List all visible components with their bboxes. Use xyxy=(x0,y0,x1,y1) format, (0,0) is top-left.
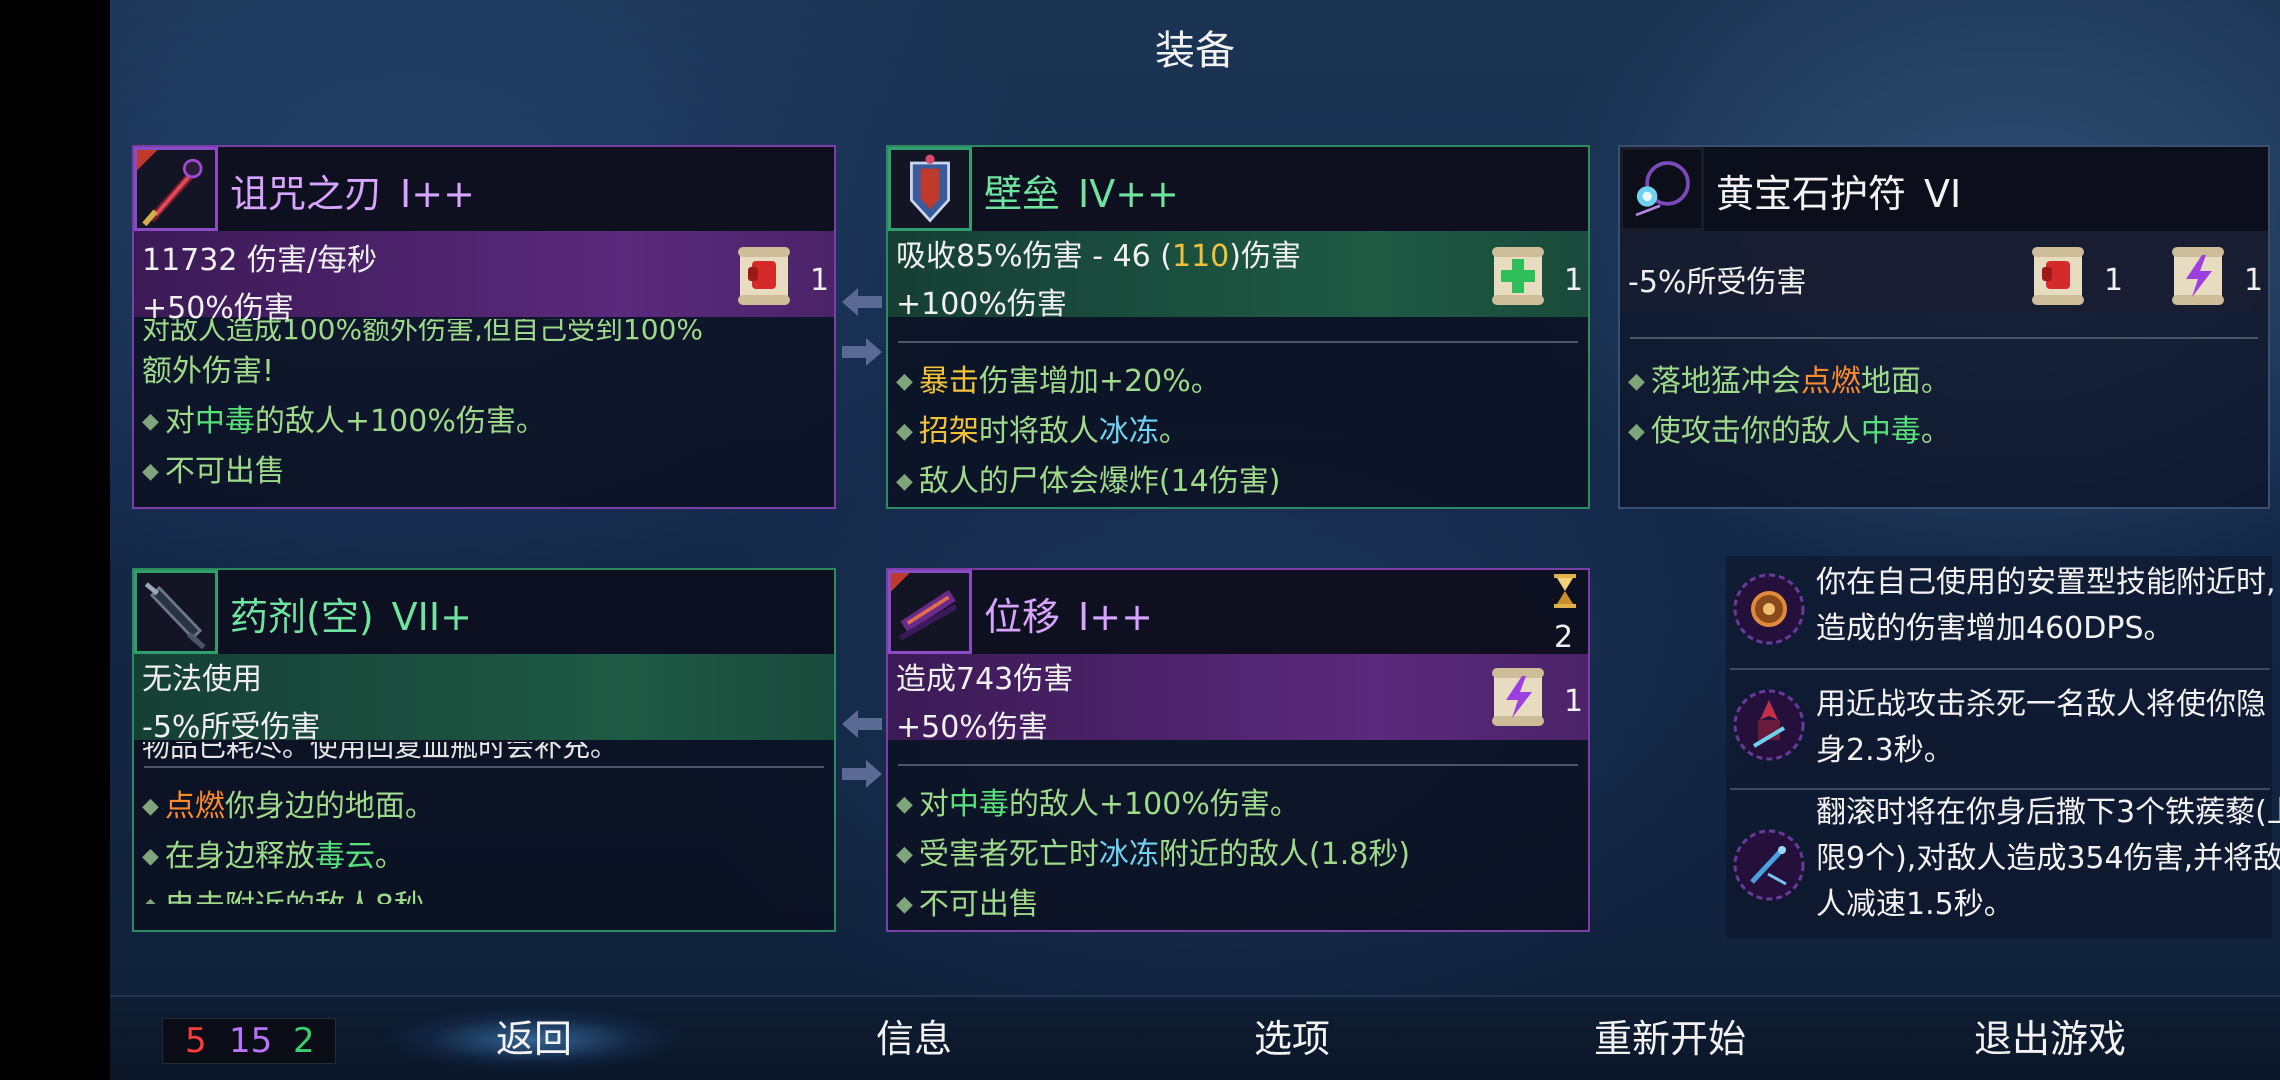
status-text: 无法使用 xyxy=(142,662,262,697)
scroll-count: 1 xyxy=(1564,263,1584,298)
survival-count: 2 xyxy=(293,1021,315,1061)
scroll-stats: 5 15 2 xyxy=(162,1018,336,1064)
desc-line: ◆ 不可出售 xyxy=(142,454,285,489)
scroll-green-cross-icon xyxy=(1488,243,1548,309)
restart-button[interactable]: 重新开始 xyxy=(1520,997,1820,1080)
bottom-menu-bar: 5 15 2 返回 信息 选项 重新开始 退出游戏 xyxy=(110,995,2280,1080)
scroll-count: 1 xyxy=(810,263,830,298)
scroll-red-fist-icon xyxy=(2028,243,2088,309)
desc-line: ◆ 对中毒的敌人+100%伤害。 xyxy=(896,787,1300,822)
empty-potion-icon xyxy=(134,570,218,654)
mutation-text: 用近战攻击杀死一名敌人将使你隐 xyxy=(1816,687,2266,722)
scroll-count: 1 xyxy=(2244,263,2264,298)
item-name: 壁垒 IV++ xyxy=(984,163,1179,218)
desc-line: ◆ 暴击伤害增加+20%。 xyxy=(896,364,1221,399)
desc-line: ◆ 对中毒的敌人+100%伤害。 xyxy=(142,404,546,439)
mutation-text: 翻滚时将在你身后撒下3个铁蒺藜(上 xyxy=(1816,795,2280,830)
item-tier: I++ xyxy=(1078,595,1153,639)
options-button[interactable]: 选项 xyxy=(1142,997,1442,1080)
amulet-slot[interactable]: 黄宝石护符 VI -5%所受伤害 1 1 ◆ 落地猛冲会点燃地面。 ◆ 使攻击你的敌人… xyxy=(1618,145,2270,509)
desc-line: 额外伤害! xyxy=(142,354,275,389)
item-name-text: 药剂(空) xyxy=(230,595,374,639)
item-name-text: 诅咒之刃 xyxy=(230,172,383,216)
swap-left-arrow-icon[interactable] xyxy=(840,708,884,740)
rampart-shield-icon xyxy=(888,147,972,231)
mutation-row[interactable]: 你在自己使用的安置型技能附近时, 造成的伤害增加460DPS。 xyxy=(1730,556,2276,662)
desc-line: ◆ 在身边释放毒云。 xyxy=(142,839,405,874)
item-tier: VI xyxy=(1924,172,1962,216)
scroll-purple-bolt-icon xyxy=(2168,243,2228,309)
brutality-count: 5 xyxy=(185,1021,207,1061)
swap-right-arrow-icon[interactable] xyxy=(840,758,884,790)
desc-line: ◆电击附近的敌人8秒。 xyxy=(142,882,828,904)
desc-line: ◆ 点燃你身边的地面。 xyxy=(142,789,435,824)
desc-line: ◆ 招架时将敌人冰冻。 xyxy=(896,414,1189,449)
item-name: 位移 I++ xyxy=(984,586,1153,641)
scroll-count: 1 xyxy=(2104,263,2124,298)
mutation-text: 造成的伤害增加460DPS。 xyxy=(1816,611,2174,646)
back-button[interactable]: 返回 xyxy=(384,997,684,1080)
mutation-row[interactable]: 翻滚时将在你身后撒下3个铁蒺藜(上 限9个),对敌人造成354伤害,并将敌 人减… xyxy=(1730,792,2280,938)
item-name-text: 黄宝石护符 xyxy=(1716,172,1907,216)
skill-slot-2[interactable]: 位移 I++ 造成743伤害 +50%伤害 2 1 ◆ 对中毒的敌人+100%伤害。… xyxy=(886,568,1590,932)
phaser-skill-icon xyxy=(888,570,972,654)
swap-left-arrow-icon[interactable] xyxy=(840,286,884,318)
item-name: 诅咒之刃 I++ xyxy=(230,163,475,218)
bonus-text: +100%伤害 xyxy=(896,287,1067,322)
mutation-assassin-icon xyxy=(1730,686,1808,764)
item-name-text: 壁垒 xyxy=(984,172,1061,216)
resistance-text: -5%所受伤害 xyxy=(1628,265,1807,300)
cooldown-count: 2 xyxy=(1554,620,1574,655)
item-tier: VII+ xyxy=(391,595,472,639)
desc-line: ◆ 受害者死亡时冰冻附近的敌人(1.8秒) xyxy=(896,837,1411,872)
item-name-text: 位移 xyxy=(984,595,1061,639)
skill-slot-1[interactable]: 药剂(空) VII+ 无法使用 -5%所受伤害 物品已耗尽。使用回复血瓶时会补充。… xyxy=(132,568,836,932)
desc-line: ◆ 敌人的尸体会爆炸(14伤害) xyxy=(896,464,1281,499)
swap-right-arrow-icon[interactable] xyxy=(840,336,884,368)
item-tier: IV++ xyxy=(1078,172,1179,216)
topaz-amulet-icon xyxy=(1620,147,1704,231)
mutation-text: 身2.3秒。 xyxy=(1816,733,1954,768)
mutation-text: 限9个),对敌人造成354伤害,并将敌 xyxy=(1816,841,2280,876)
screen-title: 装备 xyxy=(1155,28,1235,74)
scroll-purple-bolt-icon xyxy=(1488,664,1548,730)
resistance-text: -5%所受伤害 xyxy=(142,710,321,745)
item-tier: I++ xyxy=(400,172,475,216)
inventory-screen: 装备 诅咒之刃 I++ 11732 伤害/每秒 +50%伤害 1 对敌人造成100… xyxy=(110,0,2280,1080)
damage-text: 造成743伤害 xyxy=(896,662,1074,697)
desc-line: ◆ 不可出售 xyxy=(896,887,1039,922)
weapon-slot-1[interactable]: 诅咒之刃 I++ 11732 伤害/每秒 +50%伤害 1 对敌人造成100%额外… xyxy=(132,145,836,509)
quit-game-button[interactable]: 退出游戏 xyxy=(1900,997,2200,1080)
absorb-text: 吸收85%伤害 - 46 (110)伤害 xyxy=(896,239,1301,274)
hourglass-icon xyxy=(1552,574,1578,608)
cursed-sword-icon xyxy=(134,147,218,231)
mutation-row[interactable]: 用近战攻击杀死一名敌人将使你隐 身2.3秒。 xyxy=(1730,672,2270,778)
mutation-caltrops-icon xyxy=(1730,826,1808,904)
info-button[interactable]: 信息 xyxy=(764,997,1064,1080)
desc-line: ◆ 使攻击你的敌人中毒。 xyxy=(1628,414,1951,449)
clipped-description: 对敌人造成100%额外伤害,但自己受到100% xyxy=(142,319,703,341)
clipped-description: 物品已耗尽。使用回复血瓶时会补充。 xyxy=(142,742,619,762)
mutation-tactics-icon xyxy=(1730,570,1808,648)
tactics-count: 15 xyxy=(229,1021,273,1061)
scroll-count: 1 xyxy=(1564,684,1584,719)
mutation-text: 人减速1.5秒。 xyxy=(1816,887,2014,922)
item-name: 黄宝石护符 VI xyxy=(1716,163,1961,218)
mutation-text: 你在自己使用的安置型技能附近时, xyxy=(1816,565,2276,600)
dps-text: 11732 伤害/每秒 xyxy=(142,243,378,278)
desc-line: ◆ 落地猛冲会点燃地面。 xyxy=(1628,364,1951,399)
item-name: 药剂(空) VII+ xyxy=(230,586,472,641)
scroll-red-fist-icon xyxy=(734,243,794,309)
bonus-text: +50%伤害 xyxy=(896,710,1048,745)
weapon-slot-2[interactable]: 壁垒 IV++ 吸收85%伤害 - 46 (110)伤害 +100%伤害 1 ◆ 暴… xyxy=(886,145,1590,509)
